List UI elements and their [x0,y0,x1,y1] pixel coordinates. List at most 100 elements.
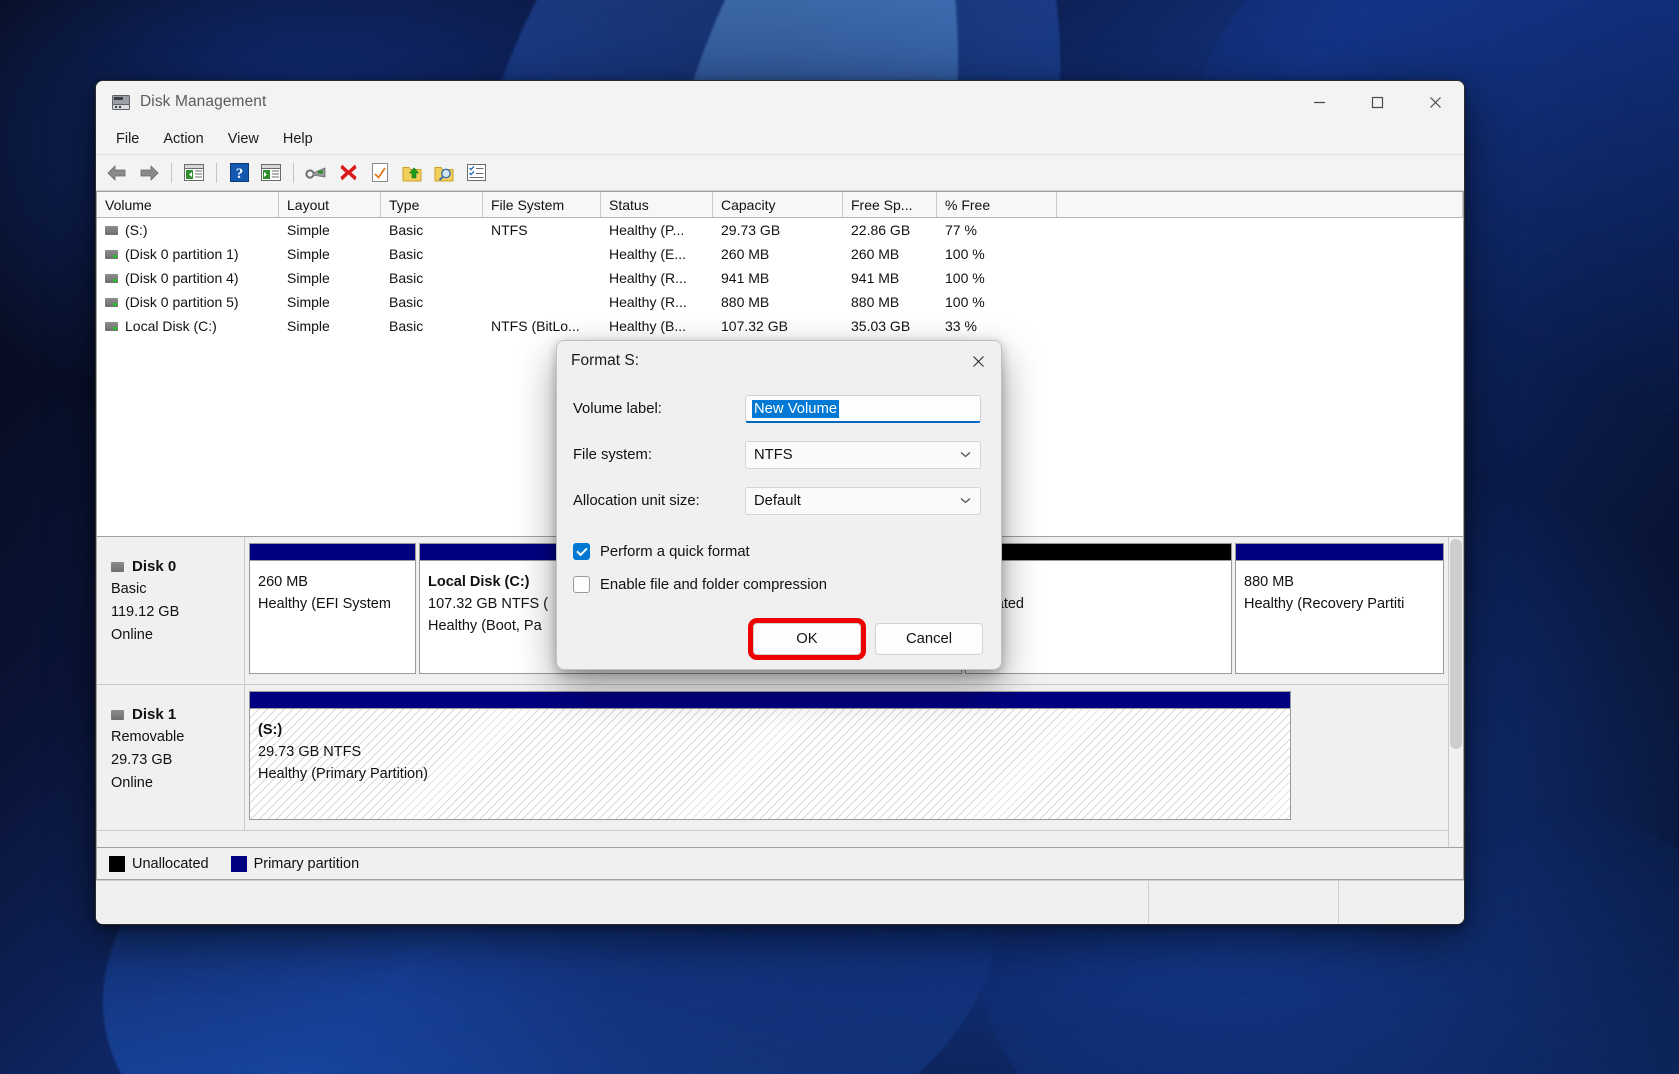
disk-drive-icon [112,95,130,110]
format-dialog: Format S: Volume label: New Volume File … [556,340,1002,670]
partition-block[interactable]: 880 MB Healthy (Recovery Partiti [1235,543,1444,674]
column-header-free-space[interactable]: Free Sp... [843,192,937,217]
forward-arrow-icon[interactable] [134,159,164,187]
volume-name: Local Disk (C:) [125,318,217,334]
column-header-volume[interactable]: Volume [97,192,279,217]
freespace-cell: 260 MB [843,246,937,262]
minimize-button[interactable] [1290,81,1348,123]
capacity-cell: 941 MB [713,270,843,286]
partition-type-bar [1236,544,1443,561]
menu-file[interactable]: File [104,127,151,151]
toolbar-separator-1 [171,163,172,183]
menu-view[interactable]: View [216,127,271,151]
chevron-down-icon [960,449,971,461]
type-cell: Basic [381,270,483,286]
volume-list-body: (S:) Simple Basic NTFS Healthy (P... 29.… [97,218,1463,338]
window-titlebar[interactable]: Disk Management [96,81,1464,123]
allocation-unit-size-value: Default [754,493,801,509]
show-hide-console-tree-icon[interactable] [179,159,209,187]
layout-cell: Simple [279,246,381,262]
percentfree-cell: 100 % [937,270,1057,286]
column-header-filler[interactable] [1057,192,1463,217]
allocation-unit-size-control: Default [745,487,981,515]
table-row[interactable]: (S:) Simple Basic NTFS Healthy (P... 29.… [97,218,1463,242]
column-header-file-system[interactable]: File System [483,192,601,217]
ok-button[interactable]: OK [753,623,861,655]
disk-partitions-1: (S:) 29.73 GB NTFS Healthy (Primary Part… [245,685,1448,830]
menu-help[interactable]: Help [271,127,325,151]
column-header-status[interactable]: Status [601,192,713,217]
find-icon[interactable] [429,159,459,187]
file-system-label: File system: [573,447,745,463]
type-cell: Basic [381,318,483,334]
dialog-spacer [573,533,981,543]
graphical-view-scrollbar[interactable] [1448,537,1463,847]
help-icon[interactable]: ? [224,159,254,187]
percentfree-cell: 100 % [937,294,1057,310]
layout-cell: Simple [279,318,381,334]
freespace-cell: 22.86 GB [843,222,937,238]
partition-type-bar [250,692,1290,709]
quick-format-checkbox[interactable] [573,543,590,560]
partition-block[interactable]: 260 MB Healthy (EFI System [249,543,416,674]
quick-format-label: Perform a quick format [600,544,750,560]
table-row[interactable]: Local Disk (C:) Simple Basic NTFS (BitLo… [97,314,1463,338]
export-list-icon[interactable] [397,159,427,187]
disk-info-1: Disk 1 Removable 29.73 GB Online [97,685,245,830]
type-cell: Basic [381,294,483,310]
file-system-value: NTFS [754,447,793,463]
close-button[interactable] [1406,81,1464,123]
partition-size: GB [974,571,1223,593]
back-arrow-icon[interactable] [102,159,132,187]
maximize-button[interactable] [1348,81,1406,123]
column-header-layout[interactable]: Layout [279,192,381,217]
column-header-percent-free[interactable]: % Free [937,192,1057,217]
compression-checkbox[interactable] [573,576,590,593]
partition-details: GB llocated [966,561,1231,673]
view-options-icon[interactable] [461,159,491,187]
scrollbar-thumb[interactable] [1450,539,1462,749]
freespace-cell: 35.03 GB [843,318,937,334]
partition-legend: Unallocated Primary partition [96,848,1464,880]
legend-label-unallocated: Unallocated [132,856,209,872]
menu-action[interactable]: Action [151,127,215,151]
cancel-button[interactable]: Cancel [875,623,983,655]
rescan-disks-icon[interactable] [365,159,395,187]
menubar: File Action View Help [96,123,1464,155]
table-row[interactable]: (Disk 0 partition 4) Simple Basic Health… [97,266,1463,290]
quick-format-checkbox-row[interactable]: Perform a quick format [573,543,981,560]
partition-block[interactable]: GB llocated [965,543,1232,674]
format-dialog-titlebar[interactable]: Format S: [557,341,1001,381]
legend-label-primary: Primary partition [254,856,360,872]
volume-label-input[interactable]: New Volume [745,395,981,423]
disk-row-1[interactable]: Disk 1 Removable 29.73 GB Online (S:) 29… [97,685,1448,831]
partition-block[interactable]: (S:) 29.73 GB NTFS Healthy (Primary Part… [249,691,1291,820]
show-hide-action-pane-icon[interactable] [256,159,286,187]
status-cell: Healthy (E... [601,246,713,262]
partition-details: 880 MB Healthy (Recovery Partiti [1236,561,1443,673]
file-system-dropdown[interactable]: NTFS [745,441,981,469]
partition-size: 260 MB [258,571,407,593]
capacity-cell: 29.73 GB [713,222,843,238]
delete-icon[interactable] [333,159,363,187]
properties-icon[interactable] [301,159,331,187]
column-header-type[interactable]: Type [381,192,483,217]
table-row[interactable]: (Disk 0 partition 5) Simple Basic Health… [97,290,1463,314]
disk-drive-icon [111,562,124,572]
table-row[interactable]: (Disk 0 partition 1) Simple Basic Health… [97,242,1463,266]
allocation-unit-size-dropdown[interactable]: Default [745,487,981,515]
volume-list-header: Volume Layout Type File System Status Ca… [97,192,1463,218]
volume-drive-icon [105,250,118,259]
volume-drive-icon [105,322,118,331]
volume-cell: (S:) [97,222,279,238]
compression-checkbox-row[interactable]: Enable file and folder compression [573,576,981,593]
partition-size: 880 MB [1244,571,1435,593]
type-cell: Basic [381,222,483,238]
toolbar-separator-3 [293,163,294,183]
toolbar-separator-2 [216,163,217,183]
freespace-cell: 941 MB [843,270,937,286]
dialog-close-button[interactable] [955,341,1001,381]
column-header-capacity[interactable]: Capacity [713,192,843,217]
svg-text:?: ? [235,166,243,182]
status-cell: Healthy (R... [601,294,713,310]
